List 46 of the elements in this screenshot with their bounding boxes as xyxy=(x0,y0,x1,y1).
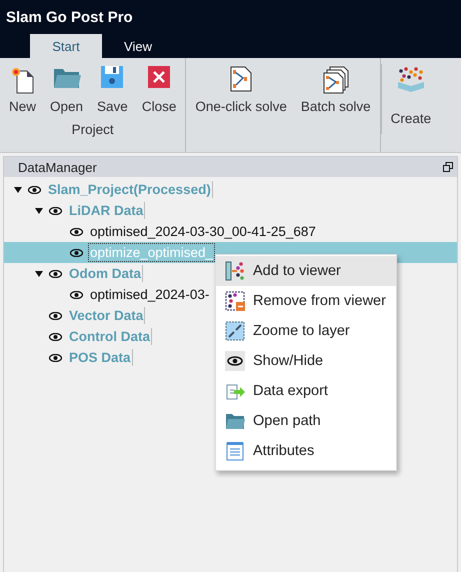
eye-icon[interactable] xyxy=(70,290,83,298)
menu-item[interactable]: Remove from viewer xyxy=(216,286,396,316)
eye-icon xyxy=(225,351,245,371)
remove-points-icon xyxy=(225,291,245,311)
ribbon-button[interactable]: Open xyxy=(43,58,90,114)
ribbon-button[interactable]: Close xyxy=(134,58,184,114)
ribbon-tab[interactable]: Start xyxy=(30,34,102,58)
menu-item[interactable]: Data export xyxy=(216,376,396,406)
add-points-icon xyxy=(225,261,245,281)
menu-item[interactable]: Add to viewer xyxy=(216,256,396,286)
expand-arrow-icon[interactable] xyxy=(14,186,22,192)
menu-item[interactable]: Attributes xyxy=(216,436,396,466)
ribbon-tab[interactable]: View xyxy=(102,34,174,58)
tree-file-label[interactable]: optimised_2024-03-30_00-41-25_687 xyxy=(89,223,317,240)
app-title: Slam Go Post Pro xyxy=(6,8,133,26)
eye-icon[interactable] xyxy=(70,248,83,256)
eye-icon[interactable] xyxy=(49,332,62,340)
folder-icon xyxy=(225,412,245,430)
ribbon-button[interactable]: Batch solve xyxy=(294,58,378,114)
point-cloud-icon xyxy=(398,66,424,92)
ribbon-button[interactable]: One-click solve xyxy=(188,58,294,114)
panel-title: DataManager xyxy=(18,160,97,174)
ribbon-button[interactable]: New xyxy=(2,58,44,114)
menu-item[interactable]: Zoome to layer xyxy=(216,316,396,346)
ribbon-button[interactable]: Save xyxy=(90,58,135,114)
new-document-icon xyxy=(10,66,36,94)
stacked-documents-icon xyxy=(322,66,349,94)
eye-icon[interactable] xyxy=(28,186,41,194)
menu-item[interactable]: Open path xyxy=(216,406,396,436)
eye-icon[interactable] xyxy=(49,270,62,278)
eye-icon[interactable] xyxy=(70,228,83,236)
expand-arrow-icon[interactable] xyxy=(35,270,43,276)
group-label: Project xyxy=(72,122,114,137)
folder-icon xyxy=(52,66,81,90)
zoom-arrows-icon xyxy=(225,321,245,341)
ribbon-button[interactable]: Create xyxy=(384,64,438,126)
close-icon xyxy=(148,66,170,88)
menu-item[interactable]: Show/Hide xyxy=(216,346,396,376)
numbered-steps-document-icon xyxy=(230,66,252,92)
restore-window-icon[interactable] xyxy=(443,162,453,172)
list-icon xyxy=(225,441,245,461)
eye-icon[interactable] xyxy=(49,206,62,214)
eye-icon[interactable] xyxy=(49,312,62,320)
eye-icon[interactable] xyxy=(49,354,62,362)
expand-arrow-icon[interactable] xyxy=(35,208,43,214)
tree-file-label[interactable]: optimised_2024-03- xyxy=(89,286,210,303)
